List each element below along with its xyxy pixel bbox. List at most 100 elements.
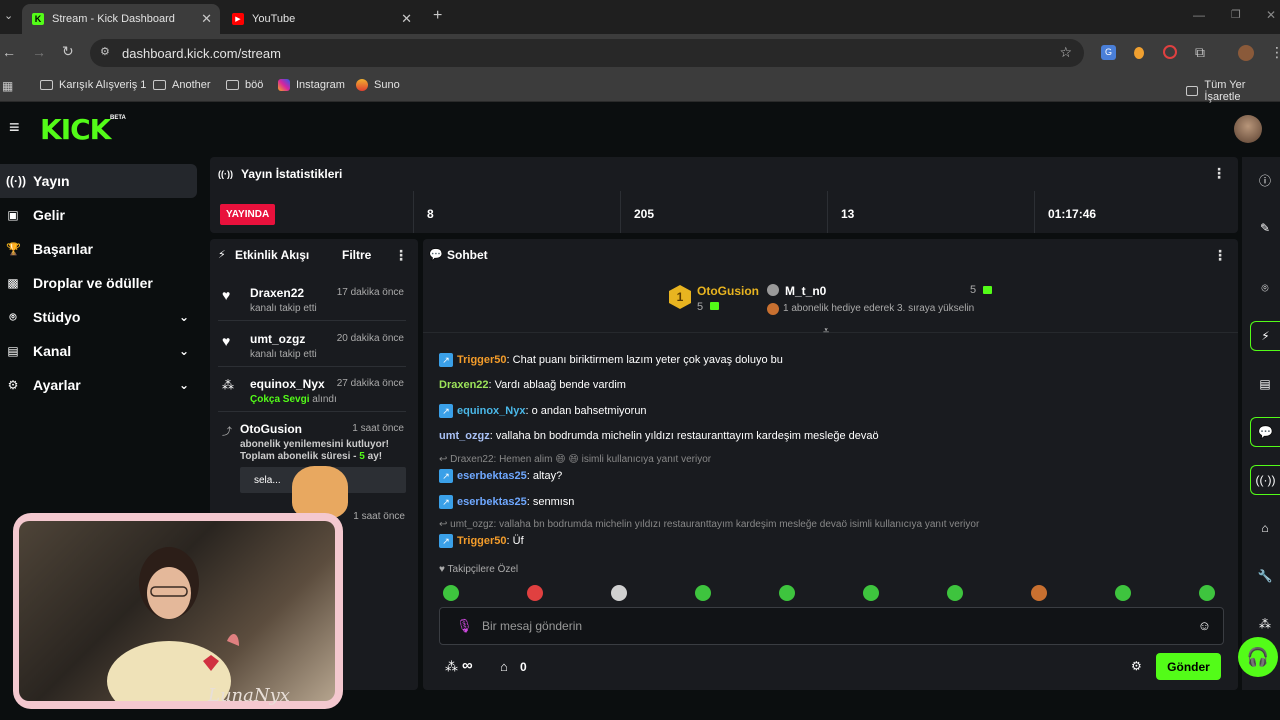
emote-icon[interactable]	[611, 585, 627, 601]
chat-input[interactable]: 🎙 Bir mesaj gönderin ☺	[439, 607, 1224, 645]
channel-points-icon[interactable]: ⁂	[445, 659, 458, 675]
collapse-icon[interactable]: ⩡	[823, 325, 829, 338]
chat-username[interactable]: eserbektas25	[457, 496, 527, 508]
stat-uptime: 01:17:46	[1048, 207, 1097, 221]
more-options-icon[interactable]: ⋮	[394, 247, 408, 264]
edit-icon[interactable]: ✎	[1250, 213, 1280, 243]
more-options-icon[interactable]: ⋮	[1212, 165, 1226, 182]
reply-context: ↩ umt_ozgz: vallaha bn bodrumda michelin…	[439, 519, 980, 530]
sidebar-item-studyo[interactable]: ⌾ Stüdyo ⌄	[0, 300, 197, 334]
chat-settings-icon[interactable]: ⚙	[1131, 659, 1142, 673]
send-button[interactable]: Gönder	[1156, 653, 1221, 680]
emote-icon[interactable]	[443, 585, 459, 601]
chat-username[interactable]: eserbektas25	[457, 470, 527, 482]
store-icon[interactable]: ⌂	[1250, 513, 1280, 543]
kick-logo[interactable]: KICK	[40, 113, 111, 146]
second-gifter-name[interactable]: M_t_n0	[785, 284, 826, 298]
chat-message: ↗ Trigger50: Chat puanı biriktirmem lazım…	[439, 353, 783, 367]
filter-button[interactable]: Filtre	[342, 248, 371, 262]
help-icon[interactable]: 🎧	[1238, 637, 1278, 677]
chat-username[interactable]: umt_ozgz	[439, 430, 490, 442]
emote-icon[interactable]	[1115, 585, 1131, 601]
more-options-icon[interactable]: ⋮	[1213, 247, 1227, 264]
activity-time: 27 dakika önce	[336, 378, 404, 389]
followers-only-text: Takipçilere Özel	[447, 564, 519, 575]
sidebar-item-basarilar[interactable]: 🏆 Başarılar	[0, 232, 197, 266]
sidebar-item-ayarlar[interactable]: ⚙ Ayarlar ⌄	[0, 368, 197, 402]
sidebar-item-kanal[interactable]: ▤ Kanal ⌄	[0, 334, 197, 368]
chat-username[interactable]: Trigger50	[457, 535, 507, 547]
chat-username[interactable]: Trigger50	[457, 354, 507, 366]
top-gifter-name[interactable]: OtoGusion	[697, 284, 759, 298]
activity-user[interactable]: OtoGusion	[240, 422, 302, 436]
tab-kick-dashboard[interactable]: K Stream - Kick Dashboard ✕	[22, 4, 220, 34]
bookmark-instagram[interactable]: Instagram	[278, 79, 345, 91]
kick-header: ≡ KICK BETA	[0, 103, 1280, 155]
store-icon[interactable]: ⌂	[500, 659, 508, 674]
heart-icon: ♥	[222, 333, 231, 349]
emote-icon[interactable]	[1199, 585, 1215, 601]
points-icon[interactable]: ⁂	[1250, 609, 1280, 639]
chat-username[interactable]: Draxen22	[439, 379, 489, 391]
chat-toggle-icon[interactable]: 💬	[1250, 417, 1280, 447]
extension-icon[interactable]	[1134, 47, 1144, 59]
notes-icon[interactable]: ▤	[1250, 369, 1280, 399]
bookmark-folder[interactable]: Karışık Alışveriş 1	[40, 79, 146, 91]
translate-extension-icon[interactable]: G	[1101, 45, 1116, 60]
bookmark-star-icon[interactable]: ☆	[1059, 44, 1072, 61]
extensions-puzzle-icon[interactable]: ⧉	[1195, 44, 1205, 61]
chat-message: Draxen22: Vardı ablaağ bende vardim	[439, 379, 626, 391]
bookmark-suno[interactable]: Suno	[356, 79, 400, 91]
webcam-video	[19, 521, 335, 701]
info-icon[interactable]: ⓘ	[1250, 165, 1280, 195]
activity-user[interactable]: umt_ozgz	[250, 332, 305, 346]
wrench-icon[interactable]: 🔧	[1250, 561, 1280, 591]
chat-username[interactable]: equinox_Nyx	[457, 405, 525, 417]
emote-icon[interactable]	[947, 585, 963, 601]
emote-icon[interactable]	[863, 585, 879, 601]
tab-list-icon[interactable]: ⌄	[4, 9, 13, 22]
rank-badge: 1	[669, 285, 691, 309]
bookmark-folder[interactable]: böö	[226, 79, 263, 91]
close-window-icon[interactable]: ✕	[1266, 8, 1276, 22]
tab-youtube[interactable]: ▶ YouTube ✕	[222, 4, 420, 34]
bookmark-folder[interactable]: Another	[153, 79, 211, 91]
bookmark-label: Instagram	[296, 79, 345, 91]
forward-icon[interactable]: →	[32, 44, 46, 60]
sub-leaderboard: 1 OtoGusion 5 M_t_n0 5 1 abonelik hediye…	[423, 275, 1238, 337]
browser-menu-icon[interactable]: ⋮	[1270, 44, 1280, 61]
user-avatar[interactable]	[1234, 115, 1262, 143]
emote-icon[interactable]	[695, 585, 711, 601]
emoji-icon[interactable]: ☺	[1198, 618, 1211, 633]
back-icon[interactable]: ←	[2, 44, 16, 60]
emote-icon[interactable]	[779, 585, 795, 601]
microphone-icon[interactable]: 🎙	[456, 618, 473, 634]
activity-toggle-icon[interactable]: ⚡	[1250, 321, 1280, 351]
stream-stats-panel: ((·)) Yayın İstatistikleri ⋮ YAYINDA 8 2…	[210, 157, 1238, 233]
reload-icon[interactable]: ↻	[62, 43, 74, 60]
activity-text: Toplam abonelik süresi - 5 ay!	[240, 451, 382, 462]
stats-toggle-icon[interactable]: ((·))	[1250, 465, 1280, 495]
emote-icon[interactable]	[1031, 585, 1047, 601]
sidebar-item-gelir[interactable]: ▣ Gelir	[0, 198, 197, 232]
hamburger-menu-icon[interactable]: ≡	[9, 117, 20, 138]
new-tab-icon[interactable]: +	[433, 7, 442, 25]
bookmark-label: Karışık Alışveriş 1	[59, 79, 147, 91]
all-bookmarks[interactable]: Tüm Yer İşaretle	[1186, 79, 1280, 103]
apps-grid-icon[interactable]: ▦	[2, 79, 13, 93]
extension-icon[interactable]	[1163, 45, 1177, 59]
activity-user[interactable]: Draxen22	[250, 286, 304, 300]
capture-icon[interactable]: ⌾	[1250, 273, 1280, 303]
maximize-icon[interactable]: ❐	[1231, 8, 1241, 21]
activity-user[interactable]: equinox_Nyx	[250, 377, 325, 391]
url-bar[interactable]: ⚙ dashboard.kick.com/stream ☆	[90, 39, 1084, 67]
close-tab-icon[interactable]: ✕	[201, 11, 212, 27]
gift-icon: ▩	[7, 276, 19, 290]
profile-avatar-icon[interactable]	[1238, 45, 1254, 61]
sidebar-item-droplar[interactable]: ▩ Droplar ve ödüller	[0, 266, 197, 300]
minimize-icon[interactable]: —	[1193, 8, 1205, 22]
site-info-icon[interactable]: ⚙	[100, 45, 110, 58]
close-tab-icon[interactable]: ✕	[401, 11, 412, 27]
emote-icon[interactable]	[527, 585, 543, 601]
sidebar-item-yayin[interactable]: ((·)) Yayın	[0, 164, 197, 198]
